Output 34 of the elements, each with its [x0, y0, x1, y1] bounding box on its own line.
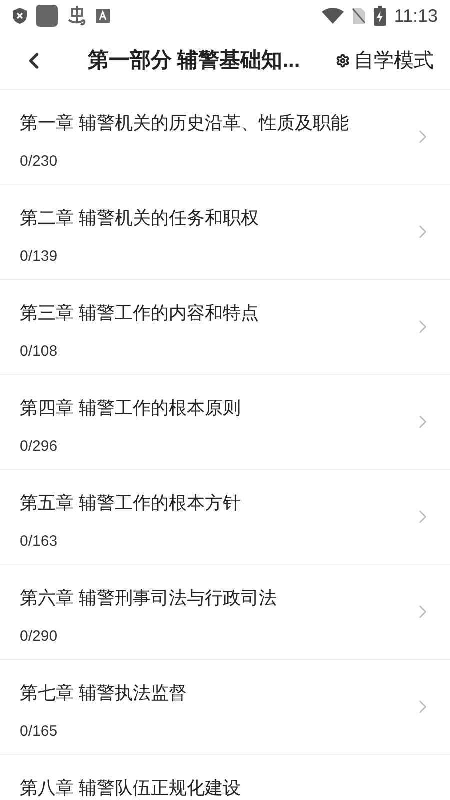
- shield-icon: [12, 7, 28, 25]
- chapter-item[interactable]: 第一章 辅警机关的历史沿革、性质及职能 0/230: [0, 90, 450, 185]
- progress-count: 0/108: [20, 342, 59, 362]
- progress-count: 0/290: [20, 627, 59, 647]
- chapter-item[interactable]: 第六章 辅警刑事司法与行政司法 0/290: [0, 565, 450, 660]
- no-sim-icon: [352, 7, 366, 25]
- progress-count: 0/165: [20, 722, 59, 742]
- page-title: 第一部分 辅警基础知...: [86, 48, 302, 74]
- font-icon: [96, 9, 110, 23]
- chapter-title: 第二章 辅警机关的任务和职权: [20, 207, 260, 230]
- chapter-item[interactable]: 第二章 辅警机关的任务和职权 0/139: [0, 185, 450, 280]
- progress-count: 0/230: [20, 152, 59, 172]
- progress-count: 0/163: [20, 532, 59, 552]
- chapter-title: 第五章 辅警工作的根本方针: [20, 492, 242, 515]
- battery-charging-icon: [374, 6, 386, 26]
- chapter-title: 第三章 辅警工作的内容和特点: [20, 302, 260, 325]
- chapter-item[interactable]: 第四章 辅警工作的根本原则 0/296: [0, 375, 450, 470]
- chapter-title: 第八章 辅警队伍正规化建设: [20, 777, 242, 800]
- wifi-icon: [322, 8, 344, 24]
- progress-count: 0/139: [20, 247, 59, 267]
- progress-count: 0/296: [20, 437, 59, 457]
- chapter-title: 第六章 辅警刑事司法与行政司法: [20, 587, 278, 610]
- app-icon: [36, 5, 58, 27]
- chapter-title: 第四章 辅警工作的根本原则: [20, 397, 242, 420]
- chapter-item[interactable]: 第七章 辅警执法监督 0/165: [0, 660, 450, 755]
- chapter-title: 第一章 辅警机关的历史沿革、性质及职能: [20, 112, 350, 135]
- status-time: 11:13: [394, 4, 438, 28]
- chapter-item[interactable]: 第五章 辅警工作的根本方针 0/163: [0, 470, 450, 565]
- chapter-item[interactable]: 第八章 辅警队伍正规化建设: [0, 755, 450, 800]
- mode-button[interactable]: 自学模式: [336, 46, 434, 76]
- bug-icon: [66, 5, 88, 27]
- settings-icon: [336, 54, 350, 68]
- chapter-item[interactable]: 第三章 辅警工作的内容和特点 0/108: [0, 280, 450, 375]
- chapter-title: 第七章 辅警执法监督: [20, 682, 188, 705]
